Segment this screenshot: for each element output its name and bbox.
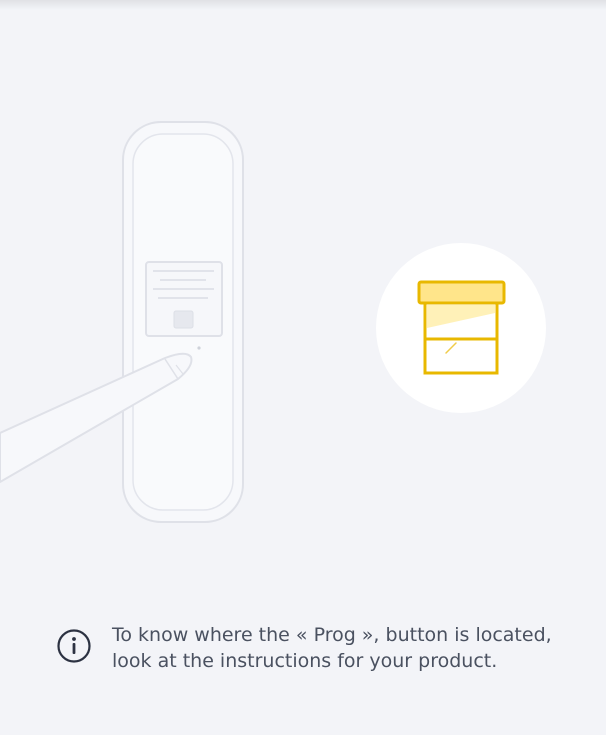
right-edge	[606, 0, 610, 739]
info-circle-icon	[57, 629, 91, 663]
info-message: To know where the « Prog », button is lo…	[56, 622, 576, 674]
box-icon	[376, 243, 546, 413]
bottom-edge	[0, 735, 610, 739]
prog-instructions-screen: To know where the « Prog », button is lo…	[0, 0, 610, 739]
wall-remote-icon	[122, 121, 244, 523]
info-text: To know where the « Prog », button is lo…	[112, 624, 552, 672]
prog-button-dot	[197, 346, 201, 350]
